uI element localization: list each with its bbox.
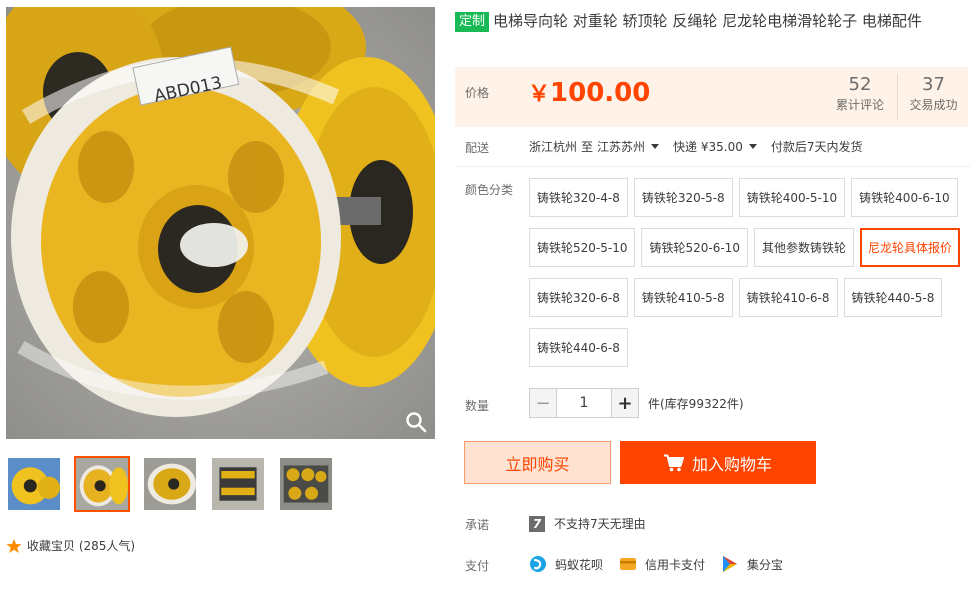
product-title-text: 电梯导向轮 对重轮 轿顶轮 反绳轮 尼龙轮电梯滑轮轮子 电梯配件 [493, 12, 922, 30]
chevron-down-icon [748, 144, 757, 149]
zoom-icon[interactable] [405, 411, 427, 433]
delivery-info: 浙江杭州 至 江苏苏州 快递 ¥35.00 付款后7天内发货 [529, 138, 863, 155]
payment-huabei-label: 蚂蚁花呗 [555, 557, 604, 572]
wheel-photo: ABD013 [6, 7, 435, 439]
review-count-label: 累计评论 [835, 98, 884, 112]
quantity-increase-button[interactable]: + [611, 388, 639, 418]
review-count-number: 52 [848, 74, 872, 95]
sku-row: 铸铁轮320-4-8 铸铁轮320-5-8 铸铁轮400-5-10 铸铁轮400-6-… [529, 178, 969, 217]
delivery-to-word: 至 [581, 140, 594, 154]
sku-option[interactable]: 其他参数铸铁轮 [753, 228, 854, 267]
thumbnail-2[interactable] [74, 456, 130, 512]
payment-jifenbao-label: 集分宝 [747, 557, 784, 572]
sku-label: 颜色分类 [465, 183, 514, 197]
sku-option[interactable]: 铸铁轮320-6-8 [529, 278, 628, 317]
promise-label: 承诺 [465, 518, 490, 532]
divider [455, 166, 970, 167]
main-product-image[interactable]: ABD013 [6, 7, 435, 439]
chevron-down-icon [651, 144, 660, 149]
sku-option[interactable]: 铸铁轮520-5-10 [529, 228, 636, 267]
delivery-to: 江苏苏州 [597, 140, 646, 154]
price-value: ￥100.00 [528, 76, 650, 108]
quantity-input[interactable] [557, 388, 611, 418]
thumbnail-4[interactable] [210, 456, 266, 512]
review-count[interactable]: 52 累计评论 [824, 74, 896, 114]
dispatch-time: 付款后7天内发货 [770, 140, 863, 154]
sales-count-label: 交易成功 [909, 98, 958, 112]
sku-row: 铸铁轮440-6-8 [529, 328, 969, 367]
sku-option[interactable]: 铸铁轮440-5-8 [843, 278, 943, 317]
add-to-cart-label: 加入购物车 [691, 454, 772, 474]
sales-count-number: 37 [922, 74, 945, 95]
price-panel: 价格 ￥100.00 52 累计评论 37 交易成功 [455, 67, 968, 127]
seven-day-icon: 7 [529, 515, 545, 532]
quantity-stepper: − + 件(库存99322件) [529, 388, 744, 418]
thumbnail-1[interactable] [6, 456, 62, 512]
promise-info[interactable]: 7 不支持7天无理由 [529, 515, 646, 532]
sku-option[interactable]: 铸铁轮410-5-8 [633, 278, 733, 317]
payment-methods: 蚂蚁花呗 信用卡支付 集分宝 [529, 555, 799, 573]
delivery-from: 浙江杭州 [529, 140, 578, 154]
sku-option[interactable]: 尼龙轮具体报价 [859, 228, 960, 267]
shipping-selector[interactable]: 快递 ¥35.00 [673, 138, 767, 155]
huabei-icon [530, 556, 546, 572]
shipping-fee: 快递 ¥35.00 [673, 140, 743, 154]
payment-credit-card[interactable]: 信用卡支付 [619, 555, 705, 573]
promise-text: 不支持7天无理由 [554, 517, 646, 531]
price-label: 价格 [465, 86, 490, 100]
jifenbao-icon [723, 556, 738, 572]
sku-row: 铸铁轮320-6-8 铸铁轮410-5-8 铸铁轮410-6-8 铸铁轮440-5-8 [529, 278, 969, 317]
custom-tag: 定制 [455, 12, 490, 32]
sku-option[interactable]: 铸铁轮400-6-10 [851, 178, 958, 217]
delivery-to-selector[interactable]: 江苏苏州 [597, 138, 669, 155]
product-title: 定制 电梯导向轮 对重轮 轿顶轮 反绳轮 尼龙轮电梯滑轮轮子 电梯配件 [455, 10, 970, 32]
add-to-cart-button[interactable]: 加入购物车 [620, 441, 816, 484]
delivery-label: 配送 [465, 141, 490, 155]
sku-option[interactable]: 铸铁轮410-6-8 [738, 278, 838, 317]
price-number: 100.00 [550, 78, 651, 108]
payment-credit-card-label: 信用卡支付 [645, 557, 706, 572]
sales-count: 37 交易成功 [897, 74, 969, 120]
payment-jifenbao[interactable]: 集分宝 [721, 555, 783, 573]
sku-options: 铸铁轮320-4-8 铸铁轮320-5-8 铸铁轮400-5-10 铸铁轮400-6-… [529, 178, 969, 378]
payment-label: 支付 [465, 559, 490, 573]
buy-now-button[interactable]: 立即购买 [464, 441, 611, 484]
sku-option[interactable]: 铸铁轮320-5-8 [633, 178, 733, 217]
favorite-button[interactable]: 收藏宝贝 (285人气) [6, 537, 135, 554]
thumbnail-strip [6, 456, 334, 512]
sku-option[interactable]: 铸铁轮400-5-10 [738, 178, 846, 217]
sku-option[interactable]: 铸铁轮320-4-8 [529, 178, 628, 217]
currency-symbol: ￥ [528, 82, 551, 107]
sku-option[interactable]: 铸铁轮520-6-10 [641, 228, 748, 267]
sku-row: 铸铁轮520-5-10 铸铁轮520-6-10 其他参数铸铁轮 尼龙轮具体报价 [529, 228, 969, 267]
star-icon [6, 538, 22, 553]
stock-text: 件(库存99322件) [648, 396, 744, 411]
quantity-label: 数量 [465, 399, 490, 413]
cart-icon [663, 454, 684, 471]
thumbnail-3[interactable] [142, 456, 198, 512]
sku-option[interactable]: 铸铁轮440-6-8 [529, 328, 628, 367]
payment-huabei[interactable]: 蚂蚁花呗 [529, 555, 603, 573]
quantity-decrease-button[interactable]: − [529, 388, 557, 418]
thumbnail-5[interactable] [278, 456, 334, 512]
favorite-text: 收藏宝贝 (285人气) [27, 539, 136, 553]
credit-card-icon [620, 558, 637, 570]
